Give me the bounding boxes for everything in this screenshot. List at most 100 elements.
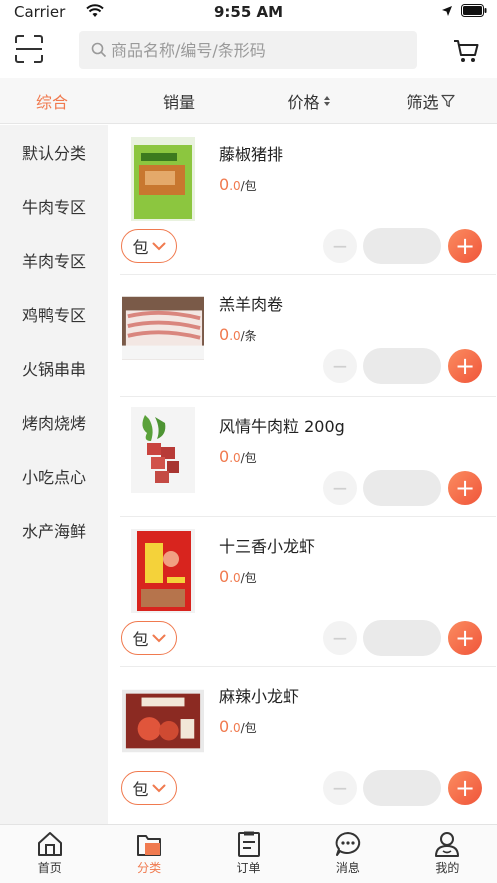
increase-button[interactable]: +: [448, 771, 482, 805]
product-name: 风情牛肉粒 200g: [219, 417, 345, 436]
product-item[interactable]: 麻辣小龙虾 0.0/包 包 − +: [120, 667, 496, 825]
decrease-button[interactable]: −: [323, 471, 357, 505]
product-name: 藤椒猪排: [219, 145, 284, 164]
search-bar[interactable]: [79, 31, 417, 69]
sort-filter[interactable]: 筛选: [364, 78, 497, 124]
category-folder-icon: [137, 835, 162, 856]
cart-icon[interactable]: [453, 38, 479, 64]
price-decimal: .0: [229, 721, 241, 735]
chevron-down-icon: [152, 634, 165, 642]
price-unit: /包: [240, 179, 257, 193]
minus-icon: −: [331, 354, 349, 378]
chevron-down-icon: [152, 784, 165, 792]
tab-bar: 首页 分类 订单 消息 我的: [0, 824, 497, 883]
category-poultry[interactable]: 鸡鸭专区: [0, 287, 108, 341]
minus-icon: −: [331, 776, 349, 800]
meat-roll-icon: [122, 295, 204, 361]
green-package-icon: [122, 137, 204, 221]
increase-button[interactable]: +: [448, 471, 482, 505]
sort-label: 价格: [287, 93, 320, 112]
price-integer: 0: [219, 567, 230, 586]
category-hotpot[interactable]: 火锅串串: [0, 341, 108, 395]
product-price: 0.0/包: [219, 175, 257, 194]
category-sidebar: 默认分类 牛肉专区 羊肉专区 鸡鸭专区 火锅串串 烤肉烧烤 小吃点心 水产海鲜: [0, 125, 108, 825]
sort-bar: 综合 销量 价格 筛选: [0, 78, 497, 124]
sort-label: 销量: [162, 93, 195, 112]
category-seafood[interactable]: 水产海鲜: [0, 503, 108, 557]
chevron-down-icon: [152, 242, 165, 250]
status-time: 9:55 AM: [213, 3, 284, 21]
category-bbq[interactable]: 烤肉烧烤: [0, 395, 108, 449]
tab-label: 消息: [335, 861, 360, 875]
category-label: 烤肉烧烤: [22, 414, 87, 433]
sort-arrows-icon: [323, 96, 330, 106]
category-label: 牛肉专区: [22, 198, 87, 217]
decrease-button[interactable]: −: [323, 349, 357, 383]
price-integer: 0: [219, 175, 230, 194]
category-snacks[interactable]: 小吃点心: [0, 449, 108, 503]
product-item[interactable]: 风情牛肉粒 200g 0.0/包 − +: [120, 397, 496, 517]
tab-messages[interactable]: 消息: [298, 825, 397, 883]
category-label: 小吃点心: [22, 468, 87, 487]
price-integer: 0: [219, 325, 230, 344]
increase-button[interactable]: +: [448, 621, 482, 655]
decrease-button[interactable]: −: [323, 621, 357, 655]
tab-category[interactable]: 分类: [99, 825, 198, 883]
increase-button[interactable]: +: [448, 349, 482, 383]
price-integer: 0: [219, 447, 230, 466]
header: [0, 24, 497, 78]
search-icon: [91, 42, 107, 58]
minus-icon: −: [331, 626, 349, 650]
sort-comprehensive[interactable]: 综合: [0, 78, 104, 124]
price-unit: /包: [240, 571, 257, 585]
minus-icon: −: [331, 476, 349, 500]
sort-price[interactable]: 价格: [254, 78, 364, 124]
category-label: 火锅串串: [22, 360, 87, 379]
unit-select-button[interactable]: 包: [121, 229, 177, 263]
increase-button[interactable]: +: [448, 229, 482, 263]
price-unit: /条: [240, 329, 257, 343]
product-item[interactable]: 十三香小龙虾 0.0/包 包 − +: [120, 517, 496, 667]
product-price: 0.0/包: [219, 717, 257, 736]
plus-icon: +: [454, 624, 476, 652]
message-bubble-icon: [335, 832, 361, 856]
category-lamb[interactable]: 羊肉专区: [0, 233, 108, 287]
tab-label: 订单: [236, 861, 261, 875]
price-integer: 0: [219, 717, 230, 736]
profile-icon: [435, 832, 460, 857]
quantity-input[interactable]: [363, 228, 441, 264]
decrease-button[interactable]: −: [323, 771, 357, 805]
product-name: 十三香小龙虾: [219, 537, 316, 556]
tab-orders[interactable]: 订单: [199, 825, 298, 883]
quantity-input[interactable]: [363, 348, 441, 384]
product-name: 麻辣小龙虾: [219, 687, 300, 706]
tab-home[interactable]: 首页: [0, 825, 99, 883]
sort-sales[interactable]: 销量: [104, 78, 254, 124]
product-item[interactable]: 羔羊肉卷 0.0/条 − +: [120, 275, 496, 397]
product-item[interactable]: 藤椒猪排 0.0/包 包 − +: [120, 125, 496, 275]
unit-select-button[interactable]: 包: [121, 621, 177, 655]
product-name: 羔羊肉卷: [219, 295, 284, 314]
tab-profile[interactable]: 我的: [398, 825, 497, 883]
category-label: 羊肉专区: [22, 252, 87, 271]
crayfish-package-icon: [122, 529, 204, 613]
price-unit: /包: [240, 451, 257, 465]
quantity-input[interactable]: [363, 470, 441, 506]
product-price: 0.0/条: [219, 325, 257, 344]
category-default[interactable]: 默认分类: [0, 125, 108, 179]
price-decimal: .0: [229, 451, 241, 465]
scan-icon[interactable]: [14, 34, 44, 64]
search-input[interactable]: [111, 40, 401, 60]
battery-icon: [461, 4, 487, 17]
price-unit: /包: [240, 721, 257, 735]
category-beef[interactable]: 牛肉专区: [0, 179, 108, 233]
unit-select-button[interactable]: 包: [121, 771, 177, 805]
quantity-input[interactable]: [363, 620, 441, 656]
quantity-input[interactable]: [363, 770, 441, 806]
category-label: 鸡鸭专区: [22, 306, 87, 325]
status-bar: Carrier 9:55 AM: [0, 0, 497, 24]
category-label: 默认分类: [22, 144, 87, 163]
plus-icon: +: [454, 774, 476, 802]
order-list-icon: [237, 831, 260, 857]
decrease-button[interactable]: −: [323, 229, 357, 263]
